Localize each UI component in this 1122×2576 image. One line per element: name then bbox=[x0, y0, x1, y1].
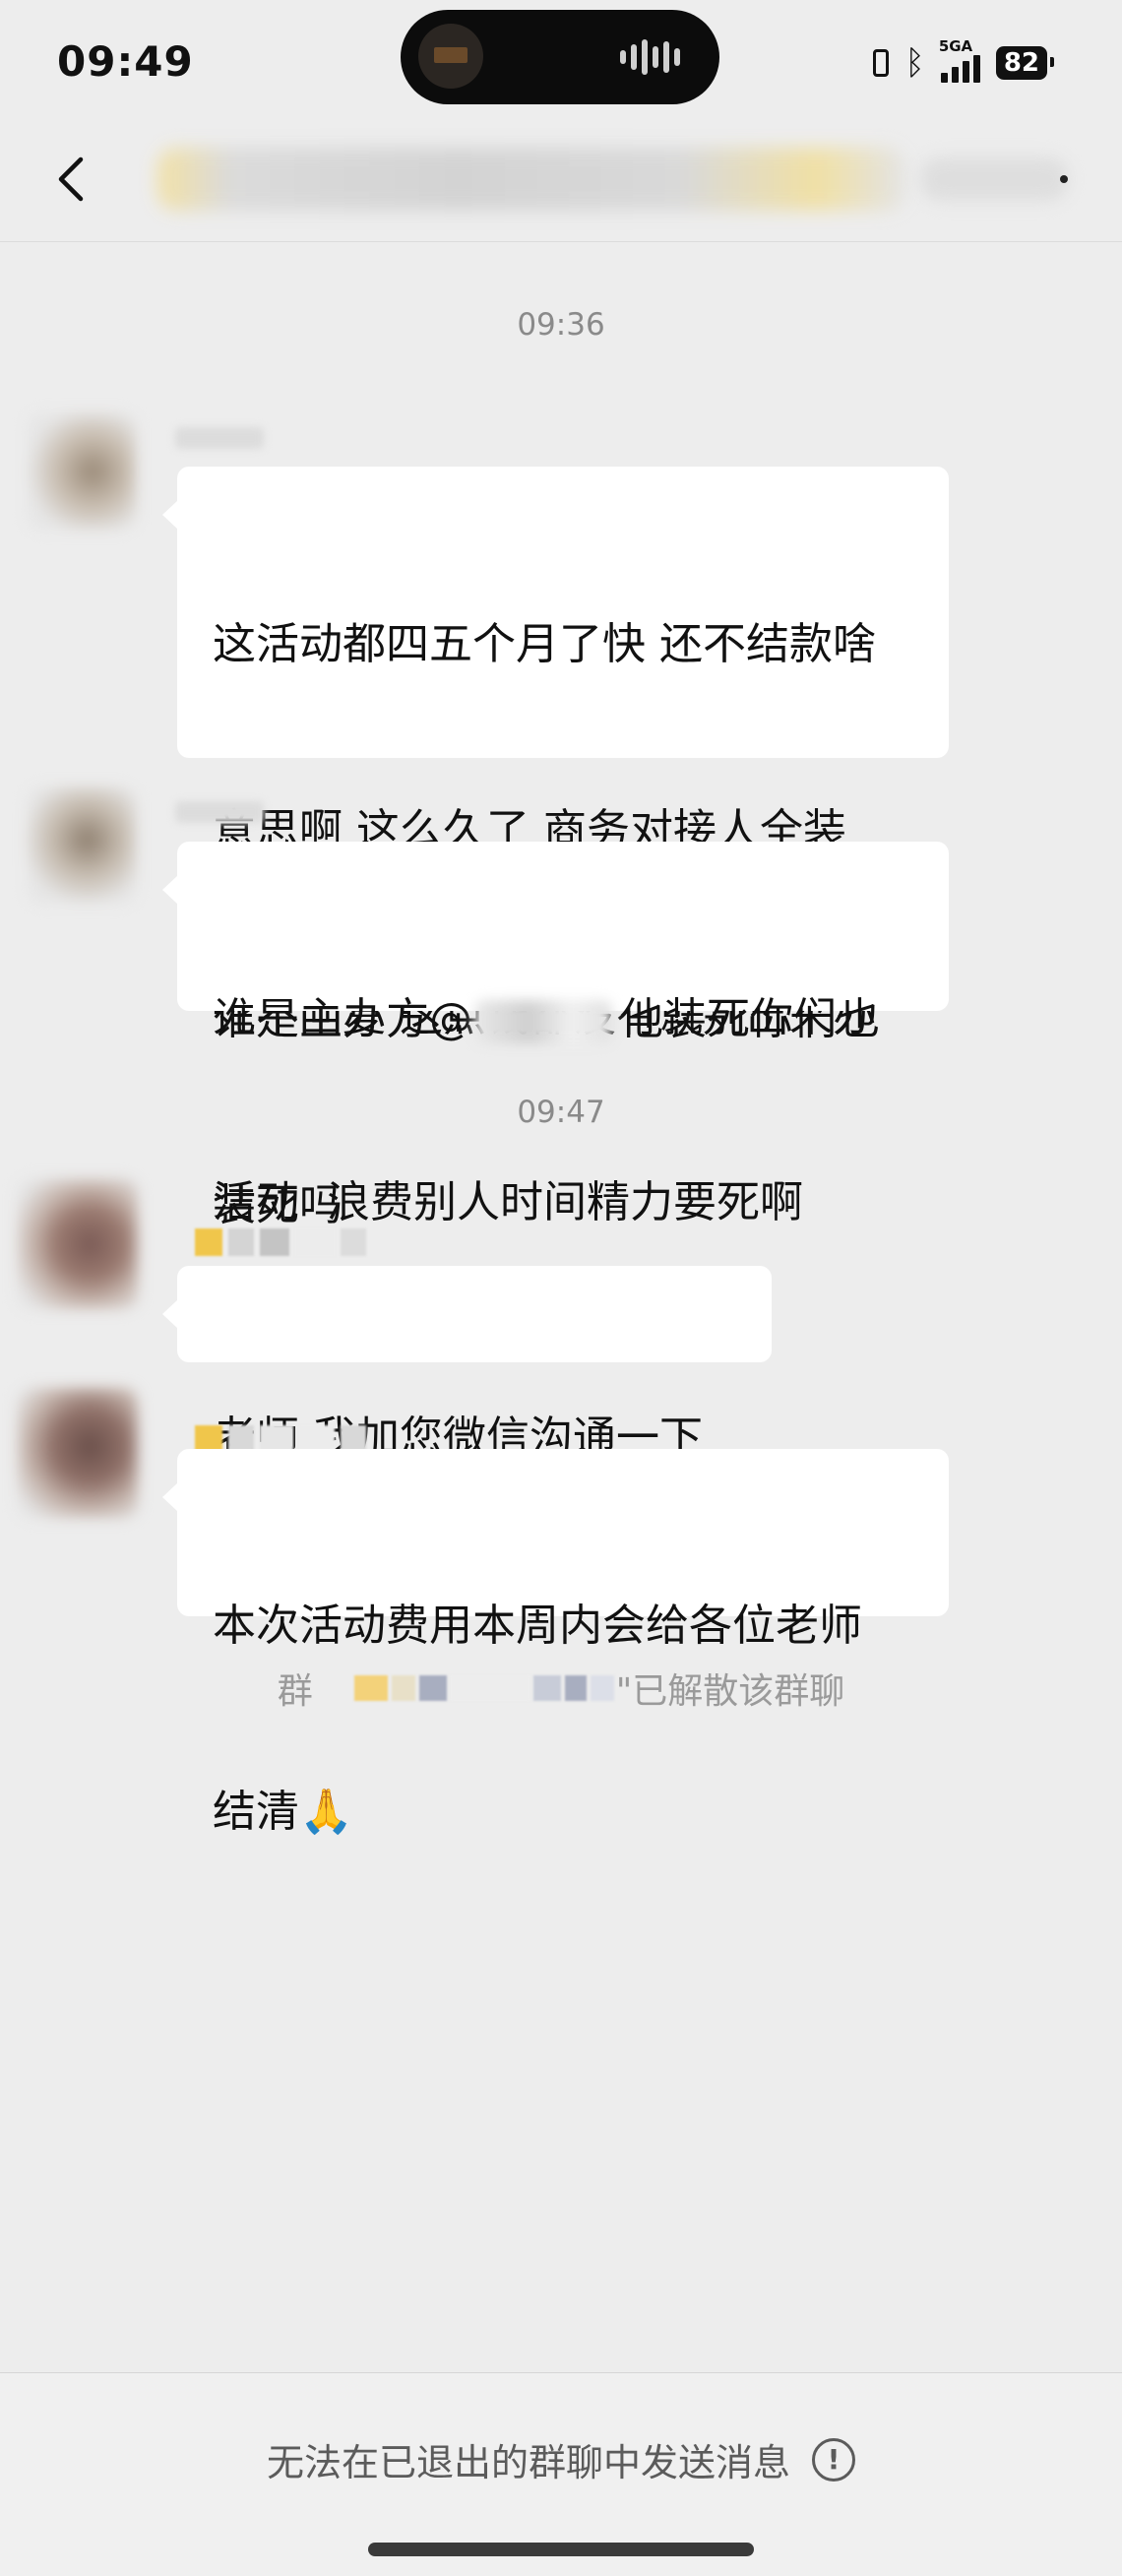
message-text: 装死吗 bbox=[213, 1180, 343, 1230]
message-bubble[interactable]: 这活动都四五个月了快 还不结款啥 意思啊 这么久了 商务对接人全装 死不回复 这… bbox=[162, 467, 949, 1227]
message-timestamp: 09:47 bbox=[517, 1095, 605, 1130]
sender-name-blurred bbox=[175, 427, 264, 449]
message-bubble[interactable]: 本次活动费用本周内会给各位老师 结清🙏 bbox=[162, 1449, 949, 1837]
back-chevron-icon[interactable] bbox=[45, 150, 104, 209]
avatar[interactable] bbox=[28, 413, 136, 530]
group-dissolved-notice: 群 "已解散该群聊 bbox=[0, 1664, 1122, 1713]
network-type: 5GA bbox=[938, 37, 973, 55]
avatar[interactable] bbox=[18, 1388, 138, 1518]
system-note-prefix: 群 bbox=[277, 1671, 313, 1712]
avatar[interactable] bbox=[28, 787, 136, 904]
group-title-blurred bbox=[157, 148, 905, 211]
mention-blurred bbox=[474, 1000, 612, 1043]
header-blurred-area bbox=[920, 157, 1068, 201]
cannot-send-notice: 无法在已退出的群聊中发送消息 bbox=[266, 2441, 790, 2484]
sender-name-blurred bbox=[175, 801, 264, 823]
system-note-suffix: "已解散该群聊 bbox=[615, 1671, 845, 1712]
cellular-signal-icon: 5GA bbox=[939, 37, 980, 83]
group-owner-name-blurred bbox=[352, 1675, 616, 1701]
message-text: 他装死你们也 bbox=[620, 994, 880, 1044]
message-bubble[interactable]: 老师 我加您微信沟通一下 bbox=[162, 1266, 772, 1463]
chat-header bbox=[0, 118, 1122, 242]
message-text: 本次活动费用本周内会给各位老师 bbox=[213, 1601, 862, 1651]
battery-indicator: 82 bbox=[995, 46, 1055, 80]
audio-wave-icon bbox=[620, 39, 680, 75]
now-playing-artwork bbox=[418, 24, 483, 89]
message-timestamp: 09:36 bbox=[517, 307, 605, 343]
avatar[interactable] bbox=[18, 1179, 138, 1309]
sender-name-blurred bbox=[195, 1228, 366, 1256]
more-options-icon[interactable] bbox=[1060, 175, 1068, 183]
info-icon[interactable]: ! bbox=[812, 2437, 855, 2482]
message-text: 结清🙏 bbox=[213, 1787, 353, 1837]
vibrate-icon bbox=[873, 49, 890, 77]
dynamic-island bbox=[401, 10, 719, 104]
message-text: 这活动都四五个月了快 还不结款啥 bbox=[213, 619, 876, 669]
message-text: 谁是主办方@ bbox=[213, 994, 472, 1044]
input-disabled-bar: 无法在已退出的群聊中发送消息 ! bbox=[0, 2372, 1122, 2576]
message-bubble[interactable]: 谁是主办方@ 他装死你们也 装死吗 bbox=[162, 842, 949, 1230]
bluetooth-icon: ᛒ bbox=[904, 43, 925, 83]
home-indicator[interactable] bbox=[368, 2543, 754, 2556]
status-time: 09:49 bbox=[57, 37, 194, 86]
